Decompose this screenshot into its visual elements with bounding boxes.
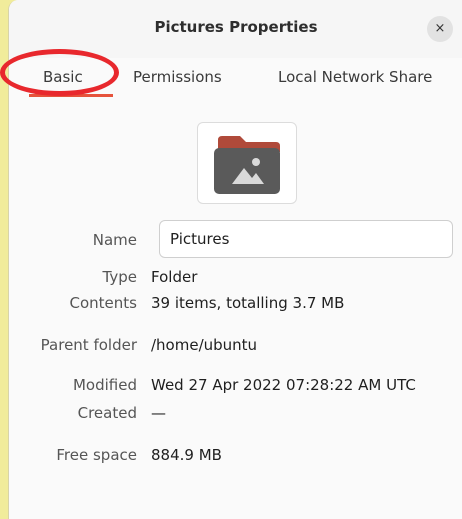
name-label: Name: [92, 231, 137, 249]
created-label: Created: [77, 404, 137, 422]
modified-value: Wed 27 Apr 2022 07:28:22 AM UTC: [151, 376, 416, 394]
type-value: Folder: [151, 268, 198, 286]
annotation-circle: [0, 49, 119, 96]
created-value: —: [151, 404, 166, 422]
tab-local-network-share[interactable]: Local Network Share: [278, 68, 432, 86]
parent-folder-value: /home/ubuntu: [151, 336, 258, 354]
modified-label: Modified: [72, 376, 137, 394]
contents-value: 39 items, totalling 3.7 MB: [151, 294, 345, 312]
type-label: Type: [102, 268, 137, 286]
parent-folder-label: Parent folder: [40, 336, 137, 354]
close-button[interactable]: ×: [427, 16, 453, 42]
name-field[interactable]: Pictures: [159, 220, 453, 258]
tab-permissions[interactable]: Permissions: [133, 68, 222, 86]
free-space-value: 884.9 MB: [151, 446, 222, 464]
window-title: Pictures Properties: [154, 18, 318, 36]
folder-icon-button[interactable]: [197, 122, 297, 204]
folder-pictures-icon: [214, 136, 280, 194]
free-space-label: Free space: [56, 446, 137, 464]
contents-label: Contents: [69, 294, 137, 312]
